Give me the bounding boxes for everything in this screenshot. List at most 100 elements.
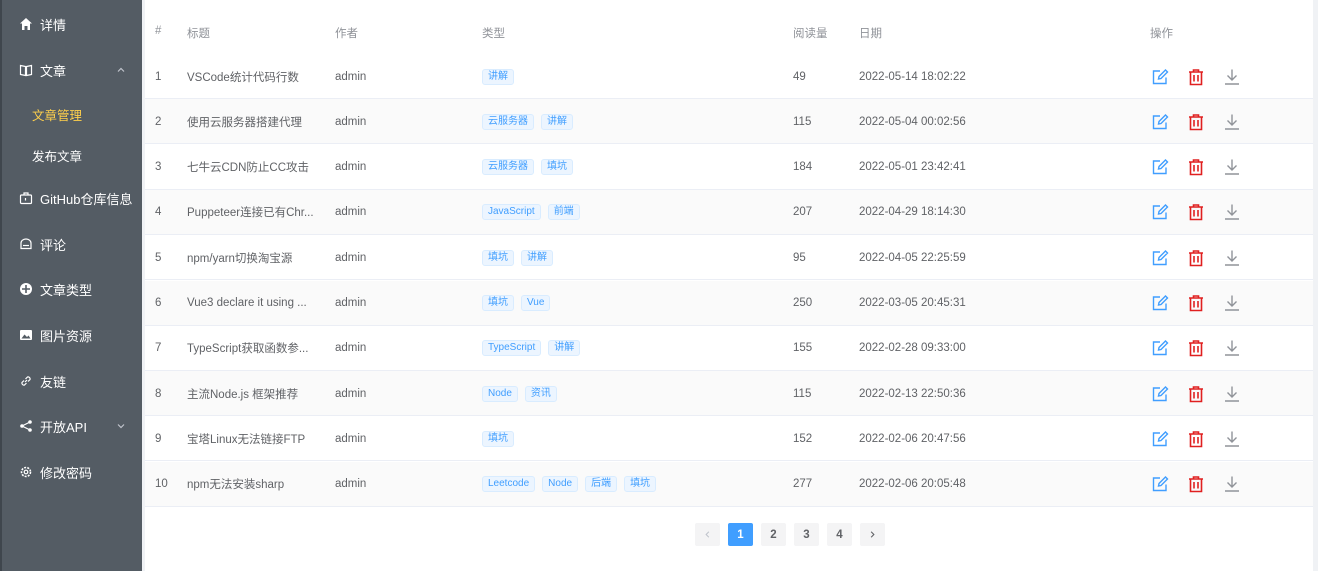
cell-tags: 云服务器 填坑 bbox=[482, 145, 580, 190]
edit-button[interactable] bbox=[1150, 384, 1170, 404]
cell-tags: 填坑 bbox=[482, 416, 521, 461]
delete-button[interactable] bbox=[1186, 474, 1206, 494]
delete-icon bbox=[1187, 158, 1205, 176]
chevron-left-icon bbox=[705, 531, 710, 538]
sidebar-item-friend-links[interactable]: 友链 bbox=[2, 359, 142, 403]
delete-button[interactable] bbox=[1186, 67, 1206, 87]
chevron-down-icon bbox=[116, 419, 126, 429]
cell-index: 6 bbox=[155, 297, 162, 309]
home-icon bbox=[19, 17, 33, 31]
delete-button[interactable] bbox=[1186, 429, 1206, 449]
cell-tags: 讲解 bbox=[482, 54, 521, 99]
delete-icon bbox=[1187, 68, 1205, 86]
table-row: 2 使用云服务器搭建代理 admin 云服务器 讲解 115 2022-05-04 00:0… bbox=[145, 99, 1313, 145]
column-header-date: 日期 bbox=[859, 28, 882, 40]
download-icon bbox=[1223, 339, 1241, 357]
cell-index: 3 bbox=[155, 161, 162, 174]
page-button-2[interactable]: 2 bbox=[761, 523, 786, 546]
cell-tags: 填坑 讲解 bbox=[482, 235, 560, 280]
delete-button[interactable] bbox=[1186, 157, 1206, 177]
type-tag: 填坑 bbox=[541, 159, 573, 176]
cell-reads: 277 bbox=[793, 478, 813, 491]
download-icon bbox=[1223, 249, 1241, 267]
cell-date: 2022-04-05 22:25:59 bbox=[859, 251, 966, 264]
delete-button[interactable] bbox=[1186, 293, 1206, 313]
cell-reads: 115 bbox=[793, 387, 812, 400]
cell-reads: 207 bbox=[793, 206, 813, 219]
edit-button[interactable] bbox=[1150, 338, 1170, 358]
page-button-4[interactable]: 4 bbox=[827, 523, 852, 546]
download-button[interactable] bbox=[1222, 338, 1242, 358]
type-tag: 填坑 bbox=[482, 430, 514, 447]
page-button-1[interactable]: 1 bbox=[728, 523, 753, 546]
download-button[interactable] bbox=[1222, 384, 1242, 404]
sidebar-item-details[interactable]: 详情 bbox=[2, 2, 142, 46]
delete-icon bbox=[1187, 339, 1205, 357]
cell-tags: TypeScript 讲解 bbox=[482, 326, 587, 371]
delete-button[interactable] bbox=[1186, 384, 1206, 404]
cell-author: admin bbox=[335, 70, 367, 83]
edit-button[interactable] bbox=[1150, 67, 1170, 87]
edit-button[interactable] bbox=[1150, 248, 1170, 268]
edit-icon bbox=[1151, 113, 1169, 131]
cell-index: 4 bbox=[155, 206, 162, 219]
delete-button[interactable] bbox=[1186, 112, 1206, 132]
cell-title: Vue3 declare it using ... bbox=[187, 297, 307, 309]
sidebar-item-article-types[interactable]: 文章类型 bbox=[2, 267, 142, 311]
download-button[interactable] bbox=[1222, 157, 1242, 177]
edit-button[interactable] bbox=[1150, 474, 1170, 494]
cell-index: 10 bbox=[155, 478, 168, 491]
cell-date: 2022-05-04 00:02:56 bbox=[859, 115, 966, 128]
sidebar-item-articles[interactable]: 文章 bbox=[2, 48, 142, 92]
delete-button[interactable] bbox=[1186, 202, 1206, 222]
type-tag: 后端 bbox=[585, 476, 618, 493]
prev-page-button[interactable] bbox=[695, 523, 720, 546]
next-page-button[interactable] bbox=[860, 523, 885, 546]
delete-button[interactable] bbox=[1186, 248, 1206, 268]
edit-button[interactable] bbox=[1150, 202, 1170, 222]
download-button[interactable] bbox=[1222, 429, 1242, 449]
cell-ops bbox=[1150, 99, 1258, 144]
cell-author: admin bbox=[335, 432, 367, 445]
cell-title: TypeScript获取函数参... bbox=[187, 343, 309, 356]
sidebar-item-label: 修改密码 bbox=[40, 465, 93, 481]
cell-ops bbox=[1150, 54, 1258, 99]
delete-icon bbox=[1187, 385, 1205, 403]
download-button[interactable] bbox=[1222, 202, 1242, 222]
cell-author: admin bbox=[335, 161, 367, 174]
download-icon bbox=[1223, 385, 1241, 403]
delete-button[interactable] bbox=[1186, 338, 1206, 358]
sidebar-item-images[interactable]: 图片资源 bbox=[2, 313, 142, 357]
download-icon bbox=[1223, 294, 1241, 312]
sidebar-subitem-publish-article[interactable]: 发布文章 bbox=[2, 135, 142, 175]
edit-button[interactable] bbox=[1150, 157, 1170, 177]
download-button[interactable] bbox=[1222, 474, 1242, 494]
edit-button[interactable] bbox=[1150, 429, 1170, 449]
cell-reads: 250 bbox=[793, 297, 813, 309]
download-button[interactable] bbox=[1222, 293, 1242, 313]
download-button[interactable] bbox=[1222, 112, 1242, 132]
table-row: 7 TypeScript获取函数参... admin TypeScript 讲解 155 2… bbox=[145, 326, 1313, 371]
cell-date: 2022-02-06 20:47:56 bbox=[859, 432, 966, 445]
cell-date: 2022-05-01 23:42:41 bbox=[859, 161, 966, 174]
sidebar-item-github[interactable]: GitHub仓库信息 bbox=[2, 176, 142, 220]
cell-date: 2022-03-05 20:45:31 bbox=[859, 297, 966, 309]
download-button[interactable] bbox=[1222, 67, 1242, 87]
sidebar-subitem-article-manage[interactable]: 文章管理 bbox=[2, 94, 142, 134]
sidebar-item-change-password[interactable]: 修改密码 bbox=[2, 450, 142, 494]
cell-title: 七牛云CDN防止CC攻击 bbox=[187, 162, 310, 175]
cell-ops bbox=[1150, 281, 1258, 326]
download-icon bbox=[1223, 68, 1241, 86]
page-button-3[interactable]: 3 bbox=[794, 523, 819, 546]
cell-ops bbox=[1150, 235, 1258, 280]
cell-ops bbox=[1150, 145, 1258, 190]
download-button[interactable] bbox=[1222, 248, 1242, 268]
type-tag: 云服务器 bbox=[482, 159, 534, 176]
sidebar-item-open-api[interactable]: 开放API bbox=[2, 404, 142, 448]
type-tag: 资讯 bbox=[524, 385, 557, 402]
edit-button[interactable] bbox=[1150, 112, 1170, 132]
download-icon bbox=[1223, 430, 1241, 448]
edit-button[interactable] bbox=[1150, 293, 1170, 313]
sidebar-item-comments[interactable]: 评论 bbox=[2, 222, 142, 266]
download-icon bbox=[1223, 158, 1241, 176]
